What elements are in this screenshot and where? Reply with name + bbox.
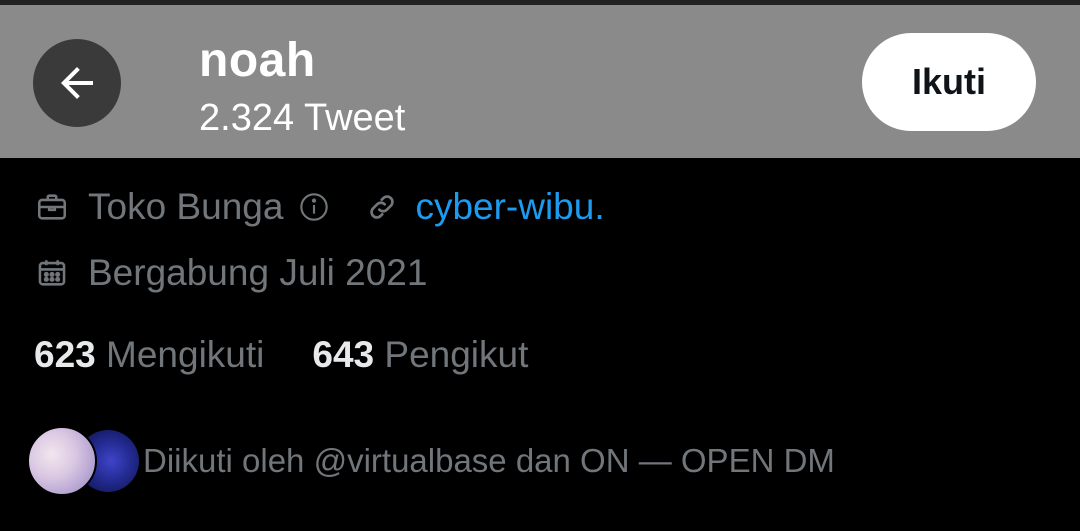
followers-count: 643: [312, 334, 375, 375]
profile-joined-row: Bergabung Juli 2021: [34, 250, 427, 296]
joined-date: Bergabung Juli 2021: [88, 252, 428, 293]
profile-meta-row: Toko Bunga cyber-wibu.: [34, 184, 605, 230]
following-link[interactable]: 623 Mengikuti: [34, 334, 264, 376]
followers-label: Pengikut: [384, 334, 529, 375]
followed-by-row[interactable]: Diikuti oleh @virtualbase dan ON — OPEN …: [27, 426, 835, 496]
follower-avatars: [27, 426, 139, 496]
calendar-icon: [34, 255, 70, 291]
follow-stats: 623 Mengikuti 643 Pengikut: [34, 334, 528, 376]
profile-category: Toko Bunga: [88, 186, 284, 227]
avatar: [27, 426, 97, 496]
followers-link[interactable]: 643 Pengikut: [312, 334, 528, 376]
tweet-count: 2.324 Tweet: [199, 97, 406, 139]
profile-name: noah: [199, 34, 316, 87]
info-icon[interactable]: [297, 190, 331, 224]
following-label: Mengikuti: [106, 334, 265, 375]
back-button[interactable]: [33, 39, 121, 127]
followed-by-text: Diikuti oleh @virtualbase dan ON — OPEN …: [143, 442, 835, 479]
link-icon: [365, 190, 399, 224]
profile-header-bar: noah 2.324 Tweet Ikuti: [0, 0, 1080, 158]
briefcase-icon: [34, 189, 70, 225]
following-count: 623: [34, 334, 96, 375]
profile-website-link[interactable]: cyber-wibu.: [415, 186, 604, 228]
back-arrow-icon: [61, 67, 93, 99]
follow-button[interactable]: Ikuti: [862, 33, 1036, 131]
